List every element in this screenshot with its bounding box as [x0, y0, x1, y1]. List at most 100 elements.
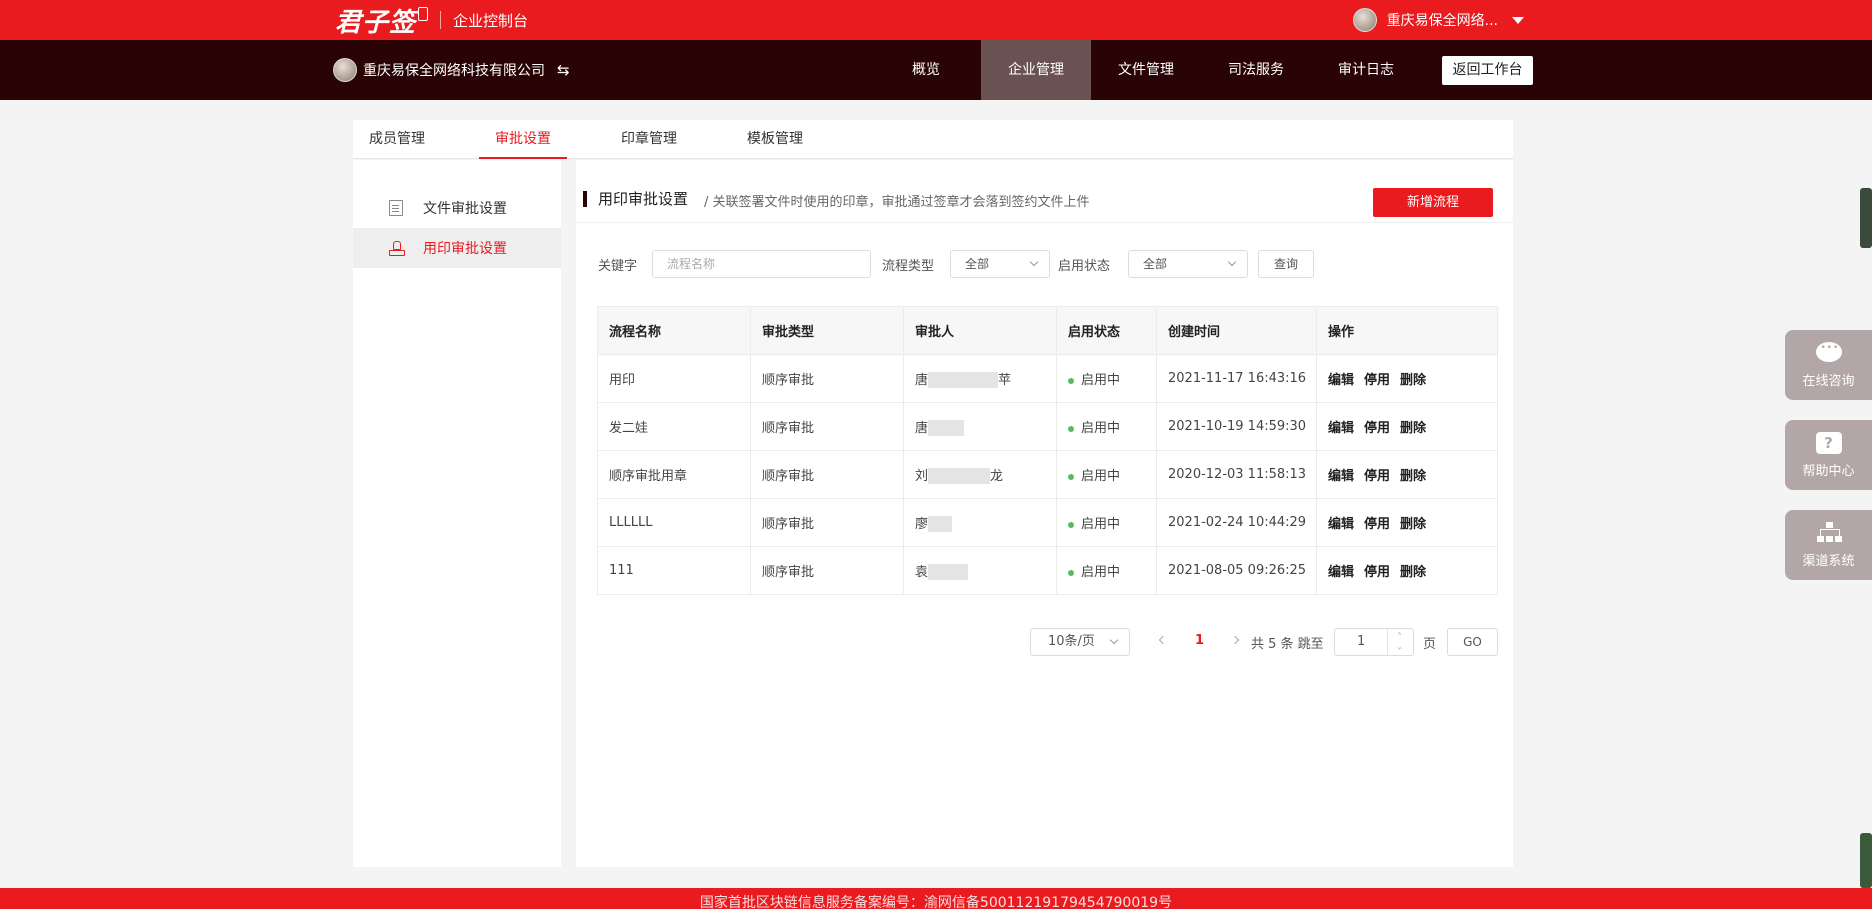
redaction-mask: [928, 420, 965, 437]
redaction-mask: [928, 372, 999, 389]
approval-type: 顺序审批: [750, 450, 904, 499]
status-text: 启用中: [1081, 517, 1121, 532]
table-header-row: 流程名称 审批类型 审批人 启用状态 创建时间 操作: [597, 306, 1498, 355]
chevron-down-icon: [1227, 257, 1237, 267]
edit-link[interactable]: 编辑: [1328, 517, 1354, 532]
user-menu[interactable]: 重庆易保全网络...: [1352, 8, 1524, 32]
flow-type-label: 流程类型: [882, 259, 935, 274]
avatar: [1352, 8, 1377, 32]
actions: 编辑 停用 删除: [1316, 450, 1498, 499]
actions: 编辑 停用 删除: [1316, 354, 1498, 403]
actions: 编辑 停用 删除: [1316, 498, 1498, 547]
chevron-down-icon: [1029, 257, 1039, 267]
redaction-mask: [928, 468, 991, 485]
delete-link[interactable]: 删除: [1400, 517, 1426, 532]
approver-prefix: 刘: [915, 468, 929, 484]
edit-link[interactable]: 编辑: [1328, 469, 1354, 484]
brand[interactable]: 君子签 企业控制台: [335, 4, 528, 38]
sidebar-item-seal-approval[interactable]: 用印审批设置: [353, 228, 561, 268]
disable-link[interactable]: 停用: [1364, 469, 1390, 484]
flow-type-value: 全部: [965, 257, 990, 271]
edit-link[interactable]: 编辑: [1328, 373, 1354, 388]
jump-page-value: 1: [1357, 634, 1366, 649]
delete-link[interactable]: 删除: [1400, 565, 1426, 580]
created-time: 2021-10-19 14:59:30: [1156, 402, 1317, 451]
status: 启用中: [1056, 450, 1157, 499]
approver: 唐苹: [903, 354, 1057, 403]
org-tree-icon: [1816, 522, 1842, 546]
main-nav: 重庆易保全网络科技有限公司 ⇆ 概览 企业管理 文件管理 司法服务 审计日志 返…: [0, 40, 1872, 100]
chevron-right-icon[interactable]: [1230, 635, 1240, 645]
jump-page-input[interactable]: 1: [1334, 625, 1414, 666]
status-value: 全部: [1143, 257, 1168, 271]
sidebar-item-file-approval[interactable]: 文件审批设置: [353, 188, 561, 228]
status-text: 启用中: [1081, 565, 1121, 580]
document-icon: [389, 200, 403, 216]
flow-type-select[interactable]: 全部: [950, 250, 1050, 278]
status-select[interactable]: 全部: [1128, 250, 1248, 278]
tab-seals[interactable]: 印章管理: [619, 120, 679, 159]
stamp-icon: [389, 240, 405, 256]
keyword-input[interactable]: 流程名称: [652, 250, 871, 278]
tab-templates[interactable]: 模板管理: [745, 120, 805, 159]
nav-audit-log[interactable]: 审计日志: [1332, 40, 1400, 100]
status-dot-icon: [1068, 473, 1074, 480]
help-icon: [1815, 432, 1842, 456]
approver-suffix: 龙: [990, 468, 1004, 484]
delete-link[interactable]: 删除: [1400, 373, 1426, 388]
disable-link[interactable]: 停用: [1364, 565, 1390, 580]
query-button[interactable]: 查询: [1258, 250, 1314, 278]
org-avatar: [333, 58, 357, 82]
nav-enterprise[interactable]: 企业管理: [981, 40, 1091, 100]
edit-link[interactable]: 编辑: [1328, 421, 1354, 436]
disable-link[interactable]: 停用: [1364, 421, 1390, 436]
channel-system-widget[interactable]: 渠道系统: [1785, 510, 1872, 580]
sidebar-item-label: 文件审批设置: [423, 201, 507, 217]
page-size-select[interactable]: 10条/页: [1030, 628, 1130, 656]
content-panel: 用印审批设置 / 关联签署文件时使用的印章，审批通过签章才会落到签约文件上件 新…: [576, 160, 1513, 867]
sidebar-item-label: 用印审批设置: [423, 241, 507, 257]
scrollbar-handle[interactable]: [1860, 833, 1872, 888]
swap-icon[interactable]: ⇆: [557, 61, 570, 79]
channel-system-label: 渠道系统: [1802, 554, 1855, 569]
nav-files[interactable]: 文件管理: [1112, 40, 1180, 100]
created-time: 2020-12-03 11:58:13: [1156, 450, 1317, 499]
approver: 廖: [903, 498, 1057, 547]
scrollbar[interactable]: [1860, 188, 1872, 248]
chevron-left-icon[interactable]: [1158, 635, 1168, 645]
top-bar: 君子签 企业控制台 重庆易保全网络...: [0, 0, 1872, 40]
nav-overview[interactable]: 概览: [898, 40, 954, 100]
chevron-down-icon: [1109, 635, 1119, 645]
go-button[interactable]: GO: [1447, 628, 1498, 656]
redaction-mask: [928, 516, 953, 533]
tab-members[interactable]: 成员管理: [367, 120, 427, 159]
col-actions: 操作: [1316, 306, 1498, 355]
delete-link[interactable]: 删除: [1400, 469, 1426, 484]
help-center-widget[interactable]: 帮助中心: [1785, 420, 1872, 490]
add-flow-button[interactable]: 新增流程: [1373, 188, 1493, 217]
approval-type: 顺序审批: [750, 402, 904, 451]
status-dot-icon: [1068, 521, 1074, 528]
current-page[interactable]: 1: [1195, 633, 1204, 648]
status-text: 启用中: [1081, 469, 1121, 484]
edit-link[interactable]: 编辑: [1328, 565, 1354, 580]
back-to-workbench-button[interactable]: 返回工作台: [1442, 56, 1533, 85]
disable-link[interactable]: 停用: [1364, 517, 1390, 532]
tab-approval-settings[interactable]: 审批设置: [479, 120, 567, 159]
approval-type: 顺序审批: [750, 354, 904, 403]
flow-name: 用印: [597, 354, 751, 403]
caret-down-icon[interactable]: [1512, 16, 1524, 24]
col-flow-name: 流程名称: [597, 306, 751, 355]
org-switcher[interactable]: 重庆易保全网络科技有限公司 ⇆: [333, 58, 570, 82]
created-time: 2021-08-05 09:26:25: [1156, 546, 1317, 595]
help-center-label: 帮助中心: [1802, 464, 1855, 479]
status: 启用中: [1056, 354, 1157, 403]
col-status: 启用状态: [1056, 306, 1157, 355]
col-approver: 审批人: [903, 306, 1057, 355]
online-consult-widget[interactable]: 在线咨询: [1785, 330, 1872, 400]
delete-link[interactable]: 删除: [1400, 421, 1426, 436]
disable-link[interactable]: 停用: [1364, 373, 1390, 388]
page-unit-label: 页: [1423, 637, 1437, 652]
nav-judicial[interactable]: 司法服务: [1222, 40, 1290, 100]
stepper-icon[interactable]: [1387, 625, 1413, 666]
